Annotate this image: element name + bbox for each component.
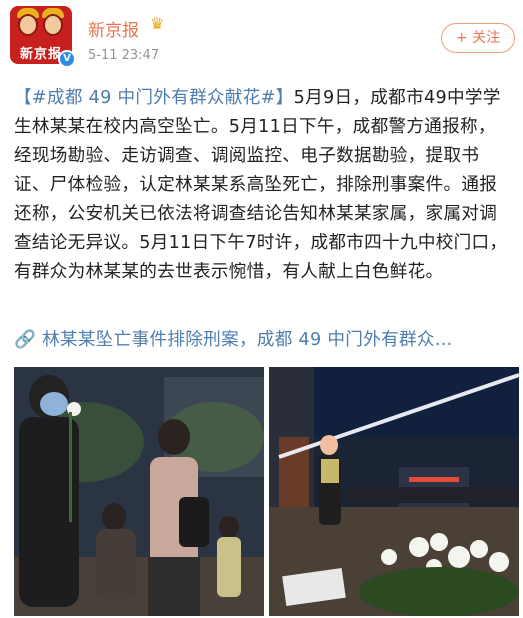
post-timestamp: 5-11 23:47: [88, 48, 160, 63]
crown-icon: ♛: [150, 14, 165, 33]
post-photo-2[interactable]: [269, 367, 519, 616]
post-text: 【#成都 49 中门外有群众献花#】5月9日，成都市49中学学生林某某在校内高空…: [14, 84, 513, 287]
author-name[interactable]: 新京报: [88, 16, 139, 41]
verified-badge-icon: V: [58, 50, 76, 68]
follow-button[interactable]: + 关注: [441, 23, 515, 53]
photo-1-scene: [14, 367, 264, 616]
hashtag-open-bracket: 【: [14, 88, 32, 108]
post-photo-1[interactable]: [14, 367, 264, 616]
photo-2-scene: [269, 367, 519, 616]
post-header: 新京报 V 新京报 ♛ 5-11 23:47 + 关注: [0, 0, 523, 72]
link-icon: 🔗: [14, 330, 37, 350]
article-link-text[interactable]: 林某某坠亡事件排除刑案，成都 49 中门外有群众…: [42, 330, 453, 350]
hashtag-close-bracket: 】: [275, 88, 294, 108]
article-link[interactable]: 🔗 林某某坠亡事件排除刑案，成都 49 中门外有群众…: [14, 326, 514, 351]
hashtag-link[interactable]: #成都 49 中门外有群众献花#: [32, 88, 276, 108]
post-body: 5月9日，成都市49中学学生林某某在校内高空坠亡。5月11日下午，成都警方通报称…: [14, 88, 508, 282]
avatar[interactable]: 新京报 V: [10, 6, 76, 68]
